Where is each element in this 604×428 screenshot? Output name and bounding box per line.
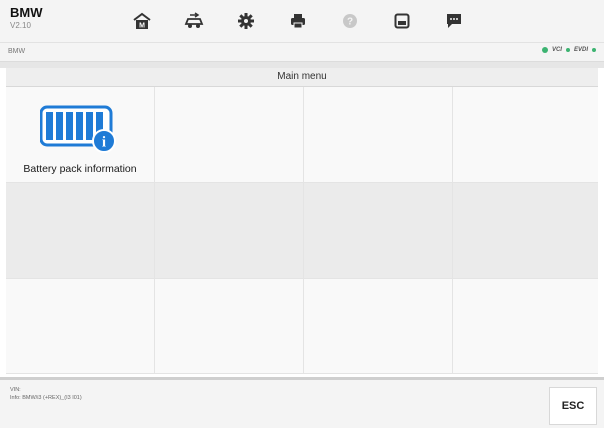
empty-menu-cell (6, 183, 155, 279)
empty-menu-cell (304, 87, 453, 183)
empty-menu-cell (304, 183, 453, 279)
battery-pack-info-icon: i (39, 103, 118, 158)
empty-menu-cell (304, 279, 453, 374)
message-button[interactable] (428, 0, 480, 42)
main-menu-grid: i Battery pack information (6, 87, 598, 374)
save-button[interactable] (376, 0, 428, 42)
printer-icon (291, 14, 305, 29)
help-button[interactable]: ? (324, 0, 376, 42)
vci-status: VCI (551, 47, 562, 53)
message-icon (447, 14, 461, 28)
svg-text:i: i (102, 135, 106, 151)
top-toolbar: BMW V2.10 M ? (0, 0, 604, 43)
vehicle-info: Info: BMW/i3 (+REX)_(I3 I01) (10, 395, 82, 401)
connection-status: VCI EVDI (541, 47, 596, 53)
empty-menu-cell (453, 87, 598, 183)
gear-icon (238, 13, 254, 29)
vci-status-dot-icon (565, 48, 570, 52)
empty-menu-cell (453, 279, 598, 374)
home-button[interactable]: M (116, 0, 168, 42)
settings-button[interactable] (220, 0, 272, 42)
empty-menu-cell (155, 87, 304, 183)
vin-label: VIN: (10, 387, 21, 393)
menu-item-label: Battery pack information (23, 163, 137, 175)
app-version: V2.10 (10, 21, 31, 30)
breadcrumb: BMW (8, 48, 26, 55)
vehicle-swap-button[interactable] (168, 0, 220, 42)
empty-menu-cell (155, 183, 304, 279)
print-button[interactable] (272, 0, 324, 42)
esc-button[interactable]: ESC (549, 387, 597, 425)
empty-menu-cell (453, 183, 598, 279)
help-icon: ? (343, 14, 357, 28)
save-icon (394, 13, 410, 29)
footer-bar: VIN: Info: BMW/i3 (+REX)_(I3 I01) ESC (0, 377, 604, 428)
svg-text:M: M (139, 23, 145, 30)
evdi-status: EVDI (573, 47, 588, 53)
home-icon: M (133, 12, 151, 30)
empty-menu-cell (155, 279, 304, 374)
connection-dot-icon (541, 47, 548, 53)
menu-title: Main menu (6, 68, 598, 87)
svg-text:?: ? (347, 17, 353, 28)
menu-item-battery-pack[interactable]: i Battery pack information (6, 87, 155, 183)
vehicle-swap-icon (184, 12, 204, 28)
evdi-status-dot-icon (592, 48, 596, 52)
empty-menu-cell (6, 279, 155, 374)
breadcrumb-bar: BMW VCI EVDI (0, 43, 604, 62)
app-title: BMW (10, 5, 43, 20)
